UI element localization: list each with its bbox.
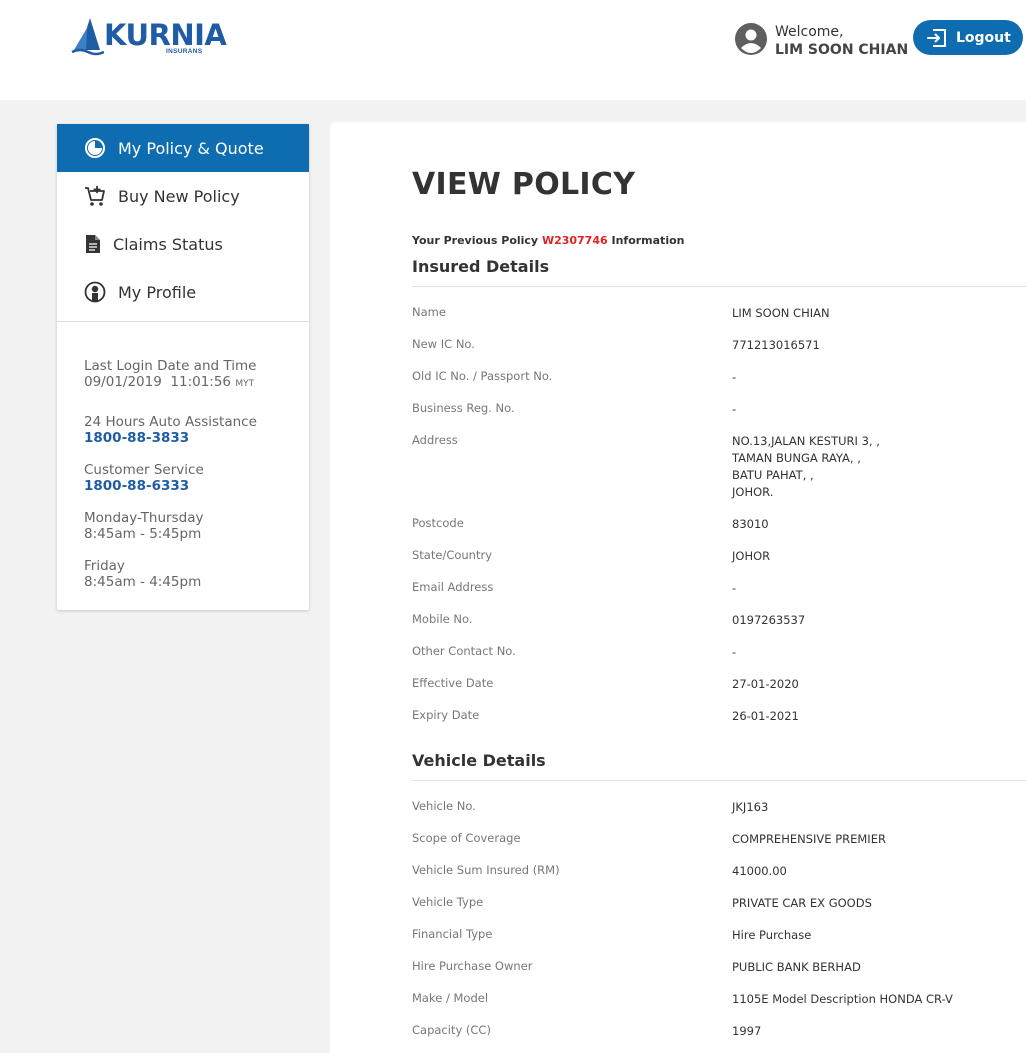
kurnia-logo[interactable]: KURNIA INSURANS	[70, 16, 227, 58]
detail-row-financial-type: Financial Type Hire Purchase	[412, 927, 812, 942]
sidebar-item-label: My Policy & Quote	[118, 138, 264, 158]
detail-row-business-reg: Business Reg. No. -	[412, 401, 737, 416]
sail-logo-icon	[71, 18, 104, 56]
vehicle-details-title: Vehicle Details	[412, 751, 546, 770]
logout-button[interactable]: Logout	[913, 20, 1023, 55]
hours-time: 8:45am - 5:45pm	[84, 526, 202, 542]
detail-row-vehicle-type: Vehicle Type PRIVATE CAR EX GOODS	[412, 895, 872, 910]
user-name: LIM SOON CHIAN	[775, 42, 909, 58]
logo-subtitle: INSURANS	[166, 48, 203, 55]
policy-number: W2307746	[541, 234, 608, 247]
insured-details-list: Name LIM SOON CHIAN New IC No. 77121301657…	[412, 305, 1012, 740]
detail-row-sum-insured: Vehicle Sum Insured (RM) 41000.00	[412, 863, 787, 878]
hours-mon-thu: Monday-Thursday 8:45am - 5:45pm	[84, 510, 203, 542]
detail-row-address: Address NO.13,JALAN KESTURI 3, , TAMAN BU…	[412, 433, 880, 499]
page-title: VIEW POLICY	[412, 167, 636, 202]
detail-row-effective-date: Effective Date 27-01-2020	[412, 676, 799, 691]
detail-row-capacity: Capacity (CC) 1997	[412, 1023, 762, 1038]
hours-days: Monday-Thursday	[84, 510, 204, 526]
detail-row-new-ic: New IC No. 771213016571	[412, 337, 820, 352]
auto-assistance-info: 24 Hours Auto Assistance 1800-88-3833	[84, 414, 257, 446]
main-content: VIEW POLICY Your Previous Policy W230774…	[330, 122, 1026, 1053]
assistance-phone[interactable]: 1800-88-3833	[84, 430, 257, 446]
customer-service-label: Customer Service	[84, 462, 204, 478]
welcome-text: Welcome, LIM SOON CHIAN	[775, 23, 908, 59]
top-header: KURNIA INSURANS Welcome, LIM SOON CHIAN …	[0, 0, 1026, 100]
detail-row-name: Name LIM SOON CHIAN	[412, 305, 830, 320]
hours-friday: Friday 8:45am - 4:45pm	[84, 558, 201, 590]
vehicle-details-list: Vehicle No. JKJ163 Scope of Coverage COMPR…	[412, 799, 1012, 1053]
logout-label: Logout	[956, 29, 1011, 46]
detail-row-postcode: Postcode 83010	[412, 516, 769, 531]
cart-add-icon	[83, 184, 107, 208]
last-login-label: Last Login Date and Time	[84, 358, 257, 374]
detail-row-mobile: Mobile No. 0197263537	[412, 612, 806, 627]
customer-service-info: Customer Service 1800-88-6333	[84, 462, 204, 494]
detail-row-vehicle-no: Vehicle No. JKJ163	[412, 799, 769, 814]
sidebar-item-my-policy[interactable]: My Policy & Quote	[57, 124, 309, 172]
section-divider	[412, 286, 1026, 287]
sidebar-item-claims-status[interactable]: Claims Status	[57, 220, 309, 268]
sidebar-item-label: Claims Status	[113, 234, 223, 254]
logo-wordmark: KURNIA	[104, 18, 227, 52]
detail-row-scope-of-coverage: Scope of Coverage COMPREHENSIVE PREMIER	[412, 831, 886, 846]
section-divider	[412, 780, 1026, 781]
previous-policy-line: Your Previous Policy W2307746 Informatio…	[412, 234, 685, 247]
assistance-label: 24 Hours Auto Assistance	[84, 414, 257, 430]
policy-icon	[83, 136, 107, 160]
customer-service-phone[interactable]: 1800-88-6333	[84, 478, 204, 494]
sidebar: My Policy & Quote Buy New Policy Claims …	[57, 124, 309, 610]
detail-row-email: Email Address -	[412, 580, 737, 595]
detail-row-hire-purchase-owner: Hire Purchase Owner PUBLIC BANK BERHAD	[412, 959, 861, 974]
detail-row-make-model: Make / Model 1105E Model Description HOND…	[412, 991, 953, 1006]
insured-details-title: Insured Details	[412, 257, 550, 276]
document-icon	[81, 232, 105, 256]
last-login-value: 09/01/2019 11:01:56 MYT	[84, 374, 255, 390]
detail-row-state-country: State/Country JOHOR	[412, 548, 771, 563]
sidebar-item-label: My Profile	[118, 282, 197, 302]
sidebar-item-my-profile[interactable]: My Profile	[57, 268, 309, 316]
hours-days: Friday	[84, 558, 125, 574]
detail-row-expiry-date: Expiry Date 26-01-2021	[412, 708, 799, 723]
logout-icon	[927, 28, 946, 47]
hours-time: 8:45am - 4:45pm	[84, 574, 202, 590]
last-login-info: Last Login Date and Time 09/01/2019 11:0…	[84, 358, 256, 392]
profile-icon	[83, 280, 107, 304]
timezone-label: MYT	[235, 379, 255, 389]
sidebar-item-buy-new-policy[interactable]: Buy New Policy	[57, 172, 309, 220]
welcome-label: Welcome,	[775, 24, 844, 40]
detail-row-old-ic: Old IC No. / Passport No. -	[412, 369, 737, 384]
user-avatar-icon	[735, 23, 767, 55]
detail-row-other-contact: Other Contact No. -	[412, 644, 737, 659]
sidebar-divider	[57, 321, 309, 322]
sidebar-item-label: Buy New Policy	[118, 186, 240, 206]
